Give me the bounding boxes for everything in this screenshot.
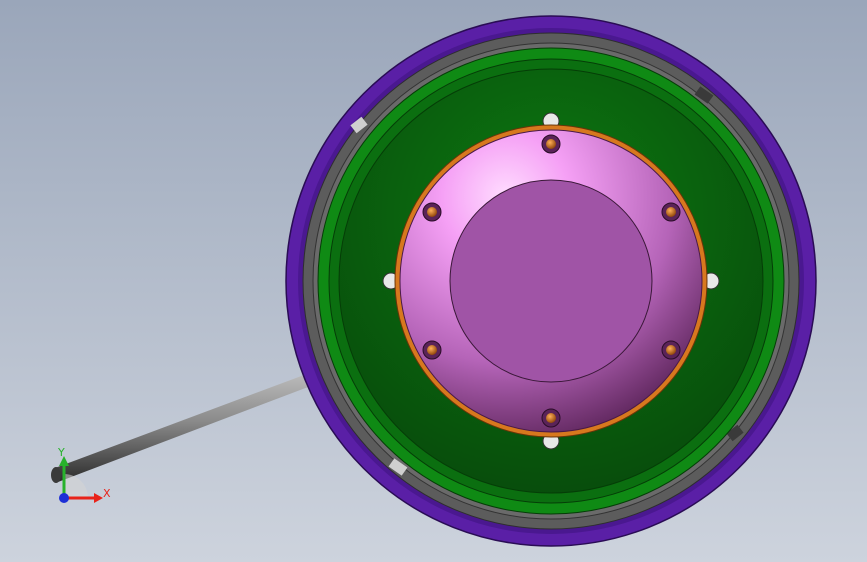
cad-graphics-viewport[interactable]: Y X xyxy=(0,0,867,562)
bolt-icon xyxy=(661,340,681,360)
bolt-icon xyxy=(541,408,561,428)
z-axis-dot-icon xyxy=(59,493,69,503)
x-axis-label: X xyxy=(103,487,111,500)
bolt-icon xyxy=(541,134,561,154)
inner-disk[interactable] xyxy=(449,179,653,383)
bolt-icon xyxy=(422,202,442,222)
bolt-icon xyxy=(661,202,681,222)
bolt-icon xyxy=(422,340,442,360)
y-axis-label: Y xyxy=(57,446,65,459)
disc-assembly[interactable] xyxy=(285,15,817,547)
